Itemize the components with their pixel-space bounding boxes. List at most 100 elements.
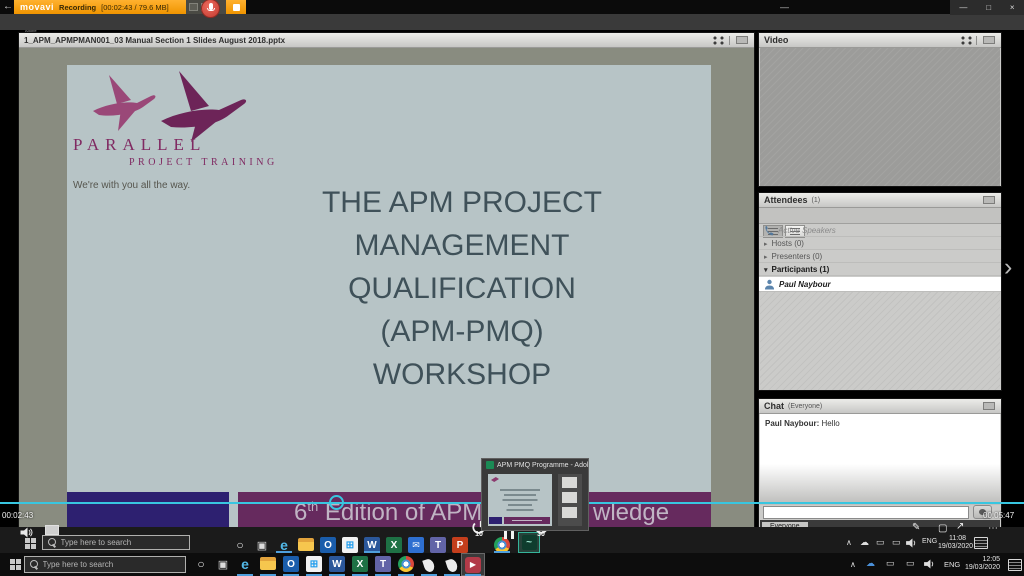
language-indicator[interactable]: ENG [922,538,937,545]
phone-icon [764,226,774,236]
slide-title-line: QUALIFICATION [297,267,627,310]
tray-chevron-icon[interactable]: ∧ [850,560,856,569]
stop-recording-button[interactable] [226,0,246,14]
brand-subtitle: PROJECT TRAINING [129,157,278,168]
teams-icon[interactable]: T [375,556,391,572]
taskbar-preview-popup[interactable]: APM PMQ Programme - Adob... [481,458,589,531]
volume-tray-icon[interactable] [906,538,918,548]
outlook-icon[interactable]: O [283,556,299,572]
back-arrow-icon[interactable]: ← [3,1,13,12]
notification-icon[interactable] [974,537,988,549]
minimize-icon[interactable]: — [780,2,789,12]
start-button[interactable] [10,559,15,564]
mail-icon[interactable]: ✉ [408,537,424,553]
excel-icon[interactable]: X [386,537,402,553]
screen-overlay-icon[interactable] [45,525,59,535]
search-box[interactable] [24,556,186,573]
active-speakers-row[interactable]: Active Speakers [759,225,1001,237]
volume-overlay-icon[interactable] [20,527,34,538]
frame-tool-icon[interactable]: ▢ [938,523,947,534]
collapse-arrow-icon[interactable]: ▸ [764,253,768,261]
chat-input[interactable] [763,506,969,519]
excel-icon[interactable]: X [352,556,368,572]
chat-message-author: Paul Naybour: [765,419,819,428]
task-view-icon[interactable]: ▣ [215,556,231,572]
chat-pod-title: Chat [764,401,784,411]
header-separator [729,36,730,45]
chat-message: Paul Naybour: Hello [765,419,840,428]
pod-menu-icon[interactable] [736,36,748,44]
more-tools-icon[interactable]: ⋯ [988,523,998,534]
participant-row[interactable]: Paul Naybour [759,277,1001,292]
store-icon[interactable]: ⊞ [306,556,322,572]
clock[interactable]: 11:08 19/03/2020 [938,535,966,551]
tray-chevron-icon[interactable]: ∧ [846,538,852,547]
fullscreen-icon[interactable] [961,36,972,45]
pencil-tool-icon[interactable]: ✎ [912,522,920,533]
tray-monitor-icon[interactable]: ▭ [892,537,901,548]
file-explorer-icon[interactable] [260,557,276,570]
edge-icon[interactable]: e [237,556,253,572]
onedrive-cloud-icon[interactable]: ☁ [866,558,875,569]
preview-thumbnail[interactable] [488,474,552,526]
next-chevron-icon[interactable]: › [1004,253,1012,282]
store-icon[interactable]: ⊞ [342,537,358,553]
search-input[interactable] [59,537,185,548]
participant-icon [764,279,775,290]
expand-arrow-icon[interactable]: ▾ [764,266,768,274]
video-empty-area [760,48,1000,186]
search-icon [48,538,55,548]
pod-menu-icon[interactable] [983,402,995,410]
share-pod: 1_APM_APMPMAN001_03 Manual Section 1 Sli… [18,32,755,553]
language-indicator[interactable]: ENG [944,560,960,569]
resize-arrow-icon[interactable]: ↗ [956,521,964,532]
brand-name: PARALLEL [73,135,206,155]
tray-monitor-icon[interactable]: ▭ [906,558,915,569]
tray-date: 19/03/2020 [964,564,1000,572]
task-view-icon[interactable]: ▣ [254,537,270,553]
preview-popup-header: APM PMQ Programme - Adob... [482,459,588,469]
elapsed-time: 00:02:43 [2,511,33,520]
participants-group-row[interactable]: ▾ Participants (1) [759,264,1001,276]
movavi-logo: movavi [20,2,54,12]
mic-stand-icon [207,8,215,11]
word-icon[interactable]: W [329,556,345,572]
onedrive-cloud-icon[interactable]: ☁ [860,537,869,548]
mini-panel-block [562,507,577,518]
minimize-button[interactable]: — [959,3,967,12]
tray-date: 19/03/2020 [938,543,966,551]
pod-menu-icon[interactable] [983,196,995,204]
volume-tray-icon[interactable] [924,559,936,569]
clock[interactable]: 12:05 19/03/2020 [964,556,1000,572]
start-button[interactable] [25,538,30,543]
fullscreen-icon[interactable] [713,36,724,45]
movavi-player-taskbar-highlight[interactable]: ▶ [461,553,485,576]
search-box[interactable] [42,535,190,550]
video-pod-title: Video [764,35,788,45]
timeline-handle[interactable] [329,495,344,510]
teams-icon[interactable]: T [430,537,446,553]
file-explorer-icon[interactable] [298,538,314,551]
maximize-button[interactable]: □ [986,3,991,12]
forward-label: 30 [528,531,554,538]
flame-app-icon[interactable] [421,557,437,573]
cortana-icon[interactable]: ○ [232,537,248,553]
collapse-arrow-icon[interactable]: ▸ [764,240,768,248]
taskbar: ○ ▣ e O ⊞ W X T ▶ ∧ ☁ ▭ ▭ ENG [0,553,1024,576]
hosts-group-row[interactable]: ▸ Hosts (0) [759,238,1001,250]
chrome-icon[interactable] [398,556,414,572]
notification-icon[interactable] [1008,559,1022,571]
outlook-icon[interactable]: O [320,537,336,553]
tray-monitor-icon[interactable]: ▭ [886,558,895,569]
webcam-toggle-icon[interactable] [189,3,198,11]
flame-app-icon[interactable] [444,557,460,573]
tray-monitor-icon[interactable]: ▭ [876,537,885,548]
close-button[interactable]: × [1010,3,1015,12]
presenters-group-row[interactable]: ▸ Presenters (0) [759,251,1001,263]
cortana-icon[interactable]: ○ [193,556,209,572]
mini-title-bar [500,489,540,491]
search-input[interactable] [41,559,181,570]
attendees-pod-header: Attendees (1) [759,193,1001,208]
pod-menu-icon[interactable] [983,36,995,44]
tray-time: 12:05 [964,556,1000,564]
